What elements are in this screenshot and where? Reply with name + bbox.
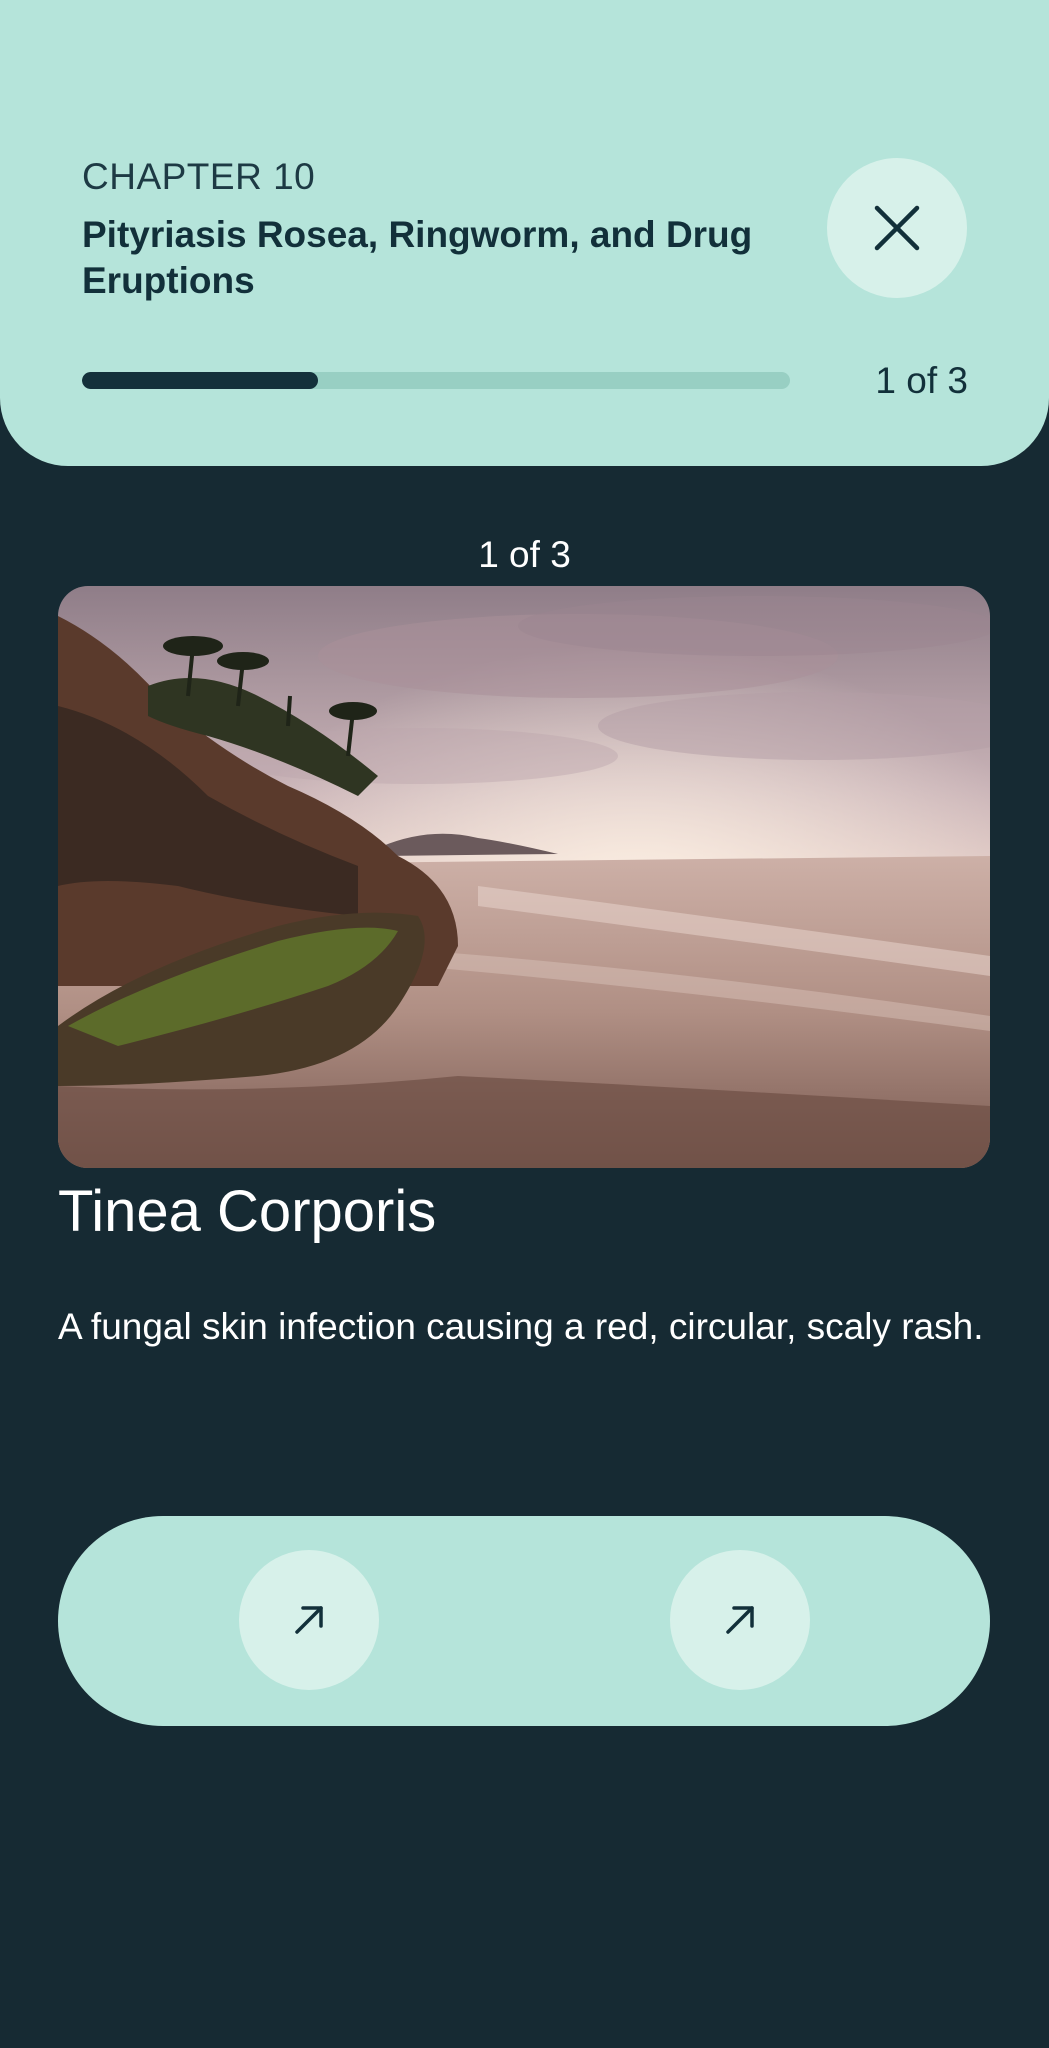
progress-fill bbox=[82, 372, 318, 389]
slide-description: A fungal skin infection causing a red, c… bbox=[58, 1306, 984, 1347]
slide-counter: 1 of 3 bbox=[478, 534, 571, 575]
chapter-title: Pityriasis Rosea, Ringworm, and Drug Eru… bbox=[82, 214, 753, 301]
screen: CHAPTER 10 Pityriasis Rosea, Ringworm, a… bbox=[0, 0, 1049, 2048]
slide-image bbox=[58, 586, 990, 1168]
slide-title: Tinea Corporis bbox=[58, 1179, 437, 1244]
progress-count: 1 of 3 bbox=[875, 360, 968, 401]
open-link-button-right[interactable] bbox=[670, 1550, 810, 1690]
close-button[interactable] bbox=[827, 158, 967, 298]
chapter-header: CHAPTER 10 Pityriasis Rosea, Ringworm, a… bbox=[0, 0, 1049, 466]
chapter-label: CHAPTER 10 bbox=[82, 156, 316, 197]
arrow-up-right-icon bbox=[726, 1606, 754, 1634]
progress-bar bbox=[82, 372, 790, 389]
arrow-up-right-icon bbox=[295, 1606, 323, 1634]
close-icon bbox=[874, 205, 920, 251]
action-bar bbox=[58, 1516, 990, 1726]
open-link-button-left[interactable] bbox=[239, 1550, 379, 1690]
